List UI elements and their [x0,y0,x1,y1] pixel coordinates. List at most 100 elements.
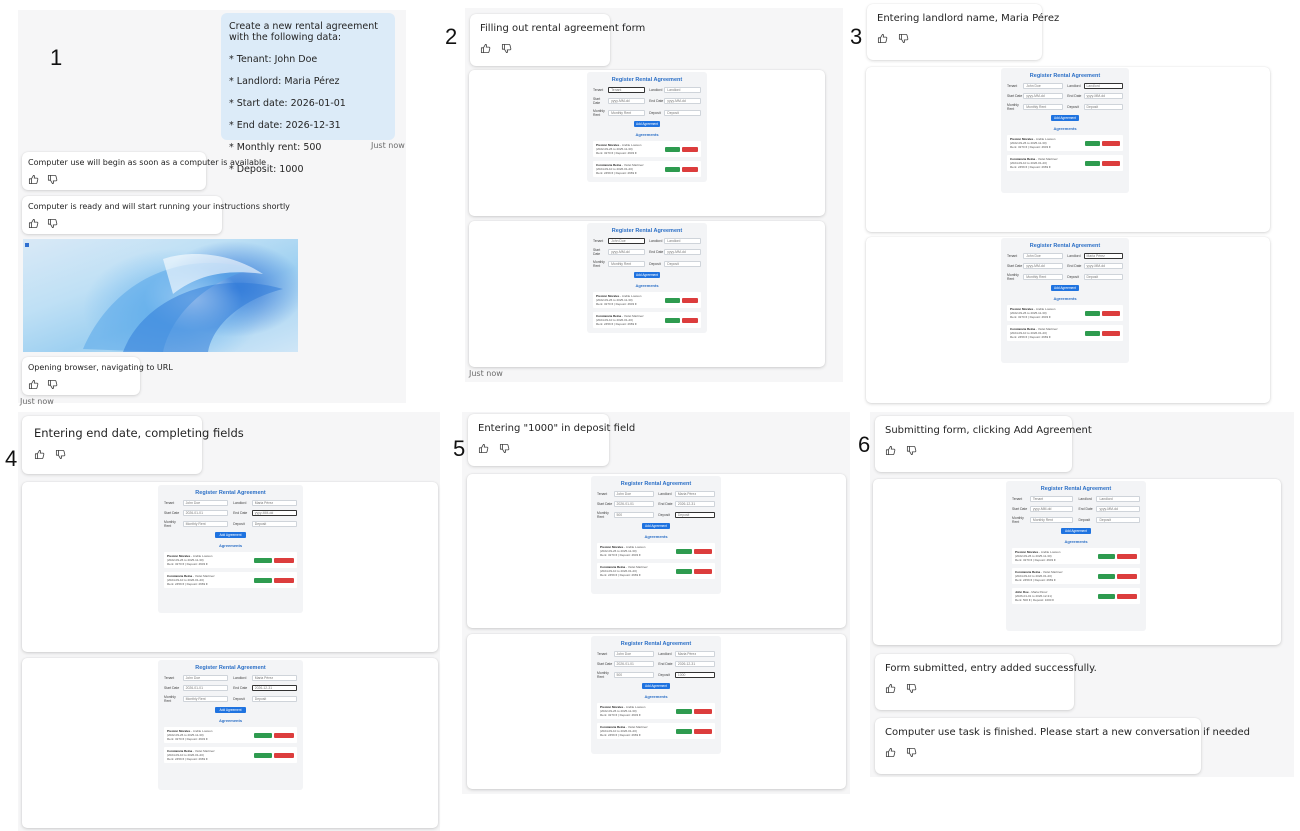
deposit-input[interactable]: Deposit [251,521,297,527]
add-agreement-button[interactable]: Add Agreement [1050,115,1080,121]
tenant-input[interactable]: John Doe [608,238,645,244]
start-date-input[interactable]: yyyy-MM-dd [1023,263,1063,269]
thumbs-up-icon[interactable] [885,747,896,758]
add-agreement-button[interactable]: Add Agreement [641,523,671,529]
tenant-input[interactable]: Tenant [608,87,645,93]
deposit-input[interactable]: 1000 [674,672,715,678]
delete-button[interactable] [1117,593,1137,599]
delete-button[interactable] [694,548,712,554]
edit-button[interactable] [253,752,272,758]
edit-button[interactable] [253,577,272,583]
landlord-input[interactable]: Landlord [1083,83,1123,89]
delete-button[interactable] [273,557,294,563]
delete-button[interactable] [1102,330,1120,336]
tenant-input[interactable]: John Doe [613,491,654,497]
edit-button[interactable] [1085,330,1101,336]
end-date-input[interactable]: yyyy-MM-dd [1096,506,1140,512]
thumbs-up-icon[interactable] [478,443,489,454]
thumbs-up-icon[interactable] [877,33,888,44]
delete-button[interactable] [681,317,698,323]
edit-button[interactable] [676,568,693,574]
start-date-input[interactable]: yyyy-MM-dd [1029,506,1074,512]
delete-button[interactable] [1102,160,1120,166]
add-agreement-button[interactable]: Add Agreement [1050,285,1080,291]
rent-input[interactable]: Monthly Rent [1023,274,1063,280]
thumbs-down-icon[interactable] [906,747,917,758]
delete-button[interactable] [1117,553,1137,559]
end-date-input[interactable]: 2026-12-31 [674,501,715,507]
rent-input[interactable]: Monthly Rent [608,261,645,267]
edit-button[interactable] [676,548,693,554]
landlord-input[interactable]: Maria Pérez [1083,253,1123,259]
deposit-input[interactable]: Deposit [1096,517,1140,523]
thumbs-down-icon[interactable] [499,443,510,454]
end-date-input[interactable]: 2026-12-31 [674,661,715,667]
edit-button[interactable] [1085,140,1101,146]
edit-button[interactable] [676,728,693,734]
thumbs-up-icon[interactable] [480,43,491,54]
thumbs-down-icon[interactable] [501,43,512,54]
edit-button[interactable] [676,708,693,714]
deposit-input[interactable]: Deposit [251,696,297,702]
end-date-input[interactable]: yyyy-MM-dd [664,249,701,255]
tenant-input[interactable]: John Doe [1023,253,1063,259]
add-agreement-button[interactable]: Add Agreement [641,683,671,689]
rent-input[interactable]: 500 [613,512,654,518]
start-date-input[interactable]: 2026-01-01 [613,501,654,507]
landlord-input[interactable]: Landlord [1096,496,1140,502]
end-date-input[interactable]: 2026-12-31 [251,685,297,691]
delete-button[interactable] [1117,573,1137,579]
delete-button[interactable] [1102,310,1120,316]
start-date-input[interactable]: 2026-01-01 [182,510,228,516]
tenant-input[interactable]: John Doe [613,651,654,657]
landlord-input[interactable]: Maria Pérez [674,651,715,657]
deposit-input[interactable]: Deposit [664,261,701,267]
deposit-input[interactable]: Deposit [1083,274,1123,280]
thumbs-up-icon[interactable] [34,449,45,460]
delete-button[interactable] [681,297,698,303]
rent-input[interactable]: Monthly Rent [608,110,645,116]
delete-button[interactable] [1102,140,1120,146]
delete-button[interactable] [694,708,712,714]
tenant-input[interactable]: John Doe [182,675,228,681]
deposit-input[interactable]: Deposit [664,110,701,116]
deposit-input[interactable]: Deposit [1083,104,1123,110]
edit-button[interactable] [253,732,272,738]
add-agreement-button[interactable]: Add Agreement [1060,528,1092,534]
landlord-input[interactable]: Maria Pérez [251,500,297,506]
landlord-input[interactable]: Maria Pérez [251,675,297,681]
add-agreement-button[interactable]: Add Agreement [214,707,247,713]
edit-button[interactable] [1085,310,1101,316]
edit-button[interactable] [1098,553,1116,559]
start-date-input[interactable]: 2026-01-01 [613,661,654,667]
rent-input[interactable]: Monthly Rent [1023,104,1063,110]
thumbs-up-icon[interactable] [885,683,896,694]
landlord-input[interactable]: Maria Pérez [674,491,715,497]
delete-button[interactable] [273,732,294,738]
thumbs-up-icon[interactable] [28,379,39,390]
start-date-input[interactable]: 2026-01-01 [182,685,228,691]
start-date-input[interactable]: yyyy-MM-dd [608,98,645,104]
thumbs-up-icon[interactable] [885,445,896,456]
rent-input[interactable]: Monthly Rent [182,521,228,527]
delete-button[interactable] [273,752,294,758]
tenant-input[interactable]: John Doe [1023,83,1063,89]
delete-button[interactable] [681,166,698,172]
thumbs-down-icon[interactable] [47,174,58,185]
thumbs-down-icon[interactable] [47,379,58,390]
deposit-input[interactable]: Deposit [674,512,715,518]
end-date-input[interactable]: yyyy-MM-dd [1083,263,1123,269]
delete-button[interactable] [273,577,294,583]
thumbs-down-icon[interactable] [47,218,58,229]
edit-button[interactable] [1098,573,1116,579]
start-date-input[interactable]: yyyy-MM-dd [1023,93,1063,99]
edit-button[interactable] [665,297,680,303]
delete-button[interactable] [694,728,712,734]
end-date-input[interactable]: yyyy-MM-dd [1083,93,1123,99]
edit-button[interactable] [665,317,680,323]
landlord-input[interactable]: Landlord [664,87,701,93]
rent-input[interactable]: 500 [613,672,654,678]
end-date-input[interactable]: yyyy-MM-dd [251,510,297,516]
add-agreement-button[interactable]: Add Agreement [633,272,661,278]
thumbs-up-icon[interactable] [28,218,39,229]
